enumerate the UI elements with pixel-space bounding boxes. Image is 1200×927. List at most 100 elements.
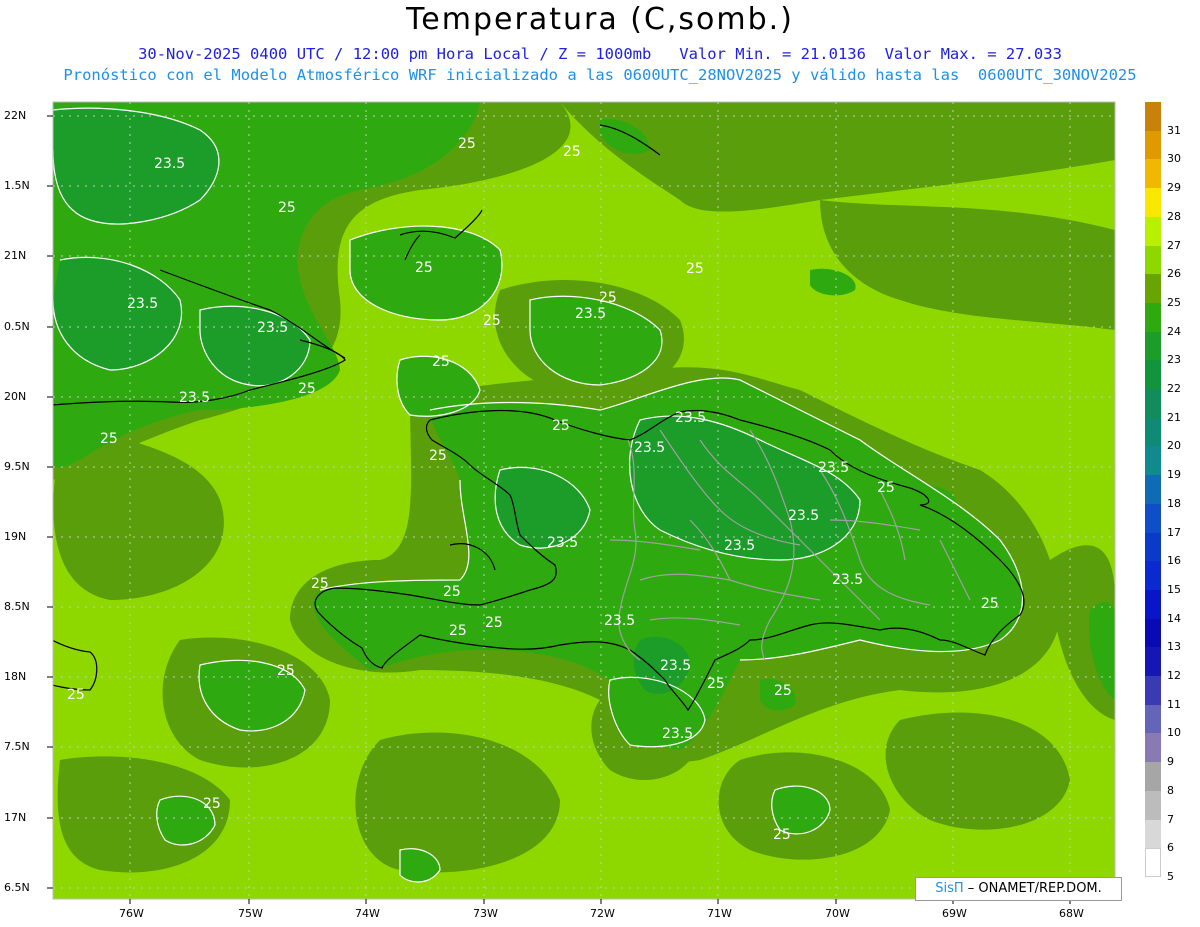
lat-label: 1.5N [4, 179, 30, 192]
contour-label: 23.5 [154, 156, 185, 172]
colorbar-label: 27 [1167, 238, 1181, 252]
colorbar-swatch [1145, 245, 1161, 275]
colorbar-swatch [1145, 331, 1161, 361]
contour-label: 25 [483, 313, 501, 329]
lat-label: 7.5N [4, 740, 30, 753]
contour-label: 23.5 [634, 440, 665, 456]
lat-label: 0.5N [4, 320, 30, 333]
lat-label: 9.5N [4, 460, 30, 473]
colorbar-label: 31 [1167, 123, 1181, 137]
colorbar-swatch [1145, 704, 1161, 734]
contour-label: 25 [298, 381, 316, 397]
colorbar-swatch [1145, 676, 1161, 706]
contour-label: 25 [100, 431, 118, 447]
colorbar-swatch [1145, 159, 1161, 189]
org-label: – ONAMET/REP.DOM. [963, 881, 1102, 896]
colorbar-label: 6 [1167, 841, 1174, 855]
contour-label: 23.5 [179, 390, 210, 406]
contour-label: 25 [877, 480, 895, 496]
colorbar-label: 20 [1167, 439, 1181, 453]
colorbar-swatch [1145, 360, 1161, 390]
contour-label: 25 [429, 448, 447, 464]
colorbar-swatch [1145, 475, 1161, 505]
credit-box: SisΠ – ONAMET/REP.DOM. [915, 877, 1122, 901]
colorbar-swatch [1145, 589, 1161, 620]
lat-label: 20N [4, 390, 27, 403]
temperature-map: 23.5 23.5 23.5 23.5 23.5 23.5 23.5 23.5 … [47, 101, 1116, 904]
colorbar-swatch [1145, 446, 1161, 476]
lon-label: 70W [825, 907, 850, 920]
contour-label: 23.5 [724, 538, 755, 554]
lon-label: 74W [355, 907, 380, 920]
colorbar-label: 26 [1167, 267, 1181, 281]
colorbar-swatch [1145, 790, 1161, 820]
colorbar-label: 9 [1167, 755, 1174, 769]
colorbar-swatch [1145, 618, 1161, 648]
colorbar-label: 23 [1167, 353, 1181, 367]
colorbar-label: 18 [1167, 496, 1181, 510]
colorbar-label: 24 [1167, 324, 1181, 338]
colorbar-label: 14 [1167, 611, 1181, 625]
colorbar-label: 29 [1167, 181, 1181, 195]
colorbar-label: 28 [1167, 209, 1181, 223]
lat-label: 17N [4, 811, 27, 824]
colorbar-swatch [1145, 102, 1161, 132]
contour-label: 25 [563, 144, 581, 160]
colorbar-swatch [1145, 274, 1161, 304]
colorbar-swatch [1145, 532, 1161, 562]
colorbar-label: 15 [1167, 582, 1181, 596]
lat-label: 6.5N [4, 881, 30, 894]
lon-label: 76W [119, 907, 144, 920]
colorbar-label: 25 [1167, 295, 1181, 309]
colorbar-label: 10 [1167, 726, 1181, 740]
colorbar-label: 8 [1167, 783, 1174, 797]
colorbar-swatch [1145, 302, 1161, 333]
contour-label: 23.5 [662, 726, 693, 742]
contour-label: 25 [311, 576, 329, 592]
colorbar-label: 12 [1167, 669, 1181, 682]
contour-label: 25 [774, 683, 792, 699]
colorbar-swatch [1145, 188, 1161, 218]
contour-label: 23.5 [818, 460, 849, 476]
colorbar-swatch [1145, 130, 1161, 160]
contour-label: 25 [278, 200, 296, 216]
contour-label: 25 [67, 687, 85, 703]
contour-label: 23.5 [547, 535, 578, 551]
contour-label: 23.5 [675, 410, 706, 426]
lon-label: 72W [590, 907, 615, 920]
lat-label: 8.5N [4, 600, 30, 613]
contour-label: 25 [449, 623, 467, 639]
contour-label: 25 [552, 418, 570, 434]
contour-label: 25 [458, 136, 476, 152]
contour-label: 23.5 [788, 508, 819, 524]
contour-label: 25 [686, 261, 704, 277]
contour-label: 25 [415, 260, 433, 276]
contour-label: 25 [485, 615, 503, 631]
contour-label: 23.5 [832, 572, 863, 588]
lat-label: 19N [4, 530, 27, 543]
lon-label: 75W [238, 907, 263, 920]
colorbar-swatch [1145, 417, 1161, 447]
colorbar-swatch [1145, 389, 1161, 419]
colorbar-label: 7 [1167, 812, 1174, 826]
colorbar-swatch [1145, 647, 1161, 677]
contour-label: 25 [203, 796, 221, 812]
contour-label: 23.5 [127, 296, 158, 312]
colorbar-label: 17 [1167, 525, 1181, 539]
contour-label: 25 [773, 827, 791, 843]
contour-label: 25 [599, 290, 617, 306]
lon-label: 73W [473, 907, 498, 920]
contour-label: 25 [277, 663, 295, 679]
brand-label: SisΠ [935, 881, 964, 896]
lon-label: 68W [1059, 907, 1084, 920]
lat-label: 22N [4, 109, 27, 122]
lon-label: 69W [942, 907, 967, 920]
colorbar-label: 11 [1167, 697, 1181, 711]
colorbar-swatch [1145, 848, 1161, 878]
colorbar-swatch [1145, 762, 1161, 792]
contour-label: 25 [443, 584, 461, 600]
colorbar-label: 13 [1167, 640, 1181, 654]
colorbar-swatch [1145, 216, 1161, 246]
colorbar-swatch [1145, 503, 1161, 533]
lat-label: 21N [4, 249, 27, 262]
